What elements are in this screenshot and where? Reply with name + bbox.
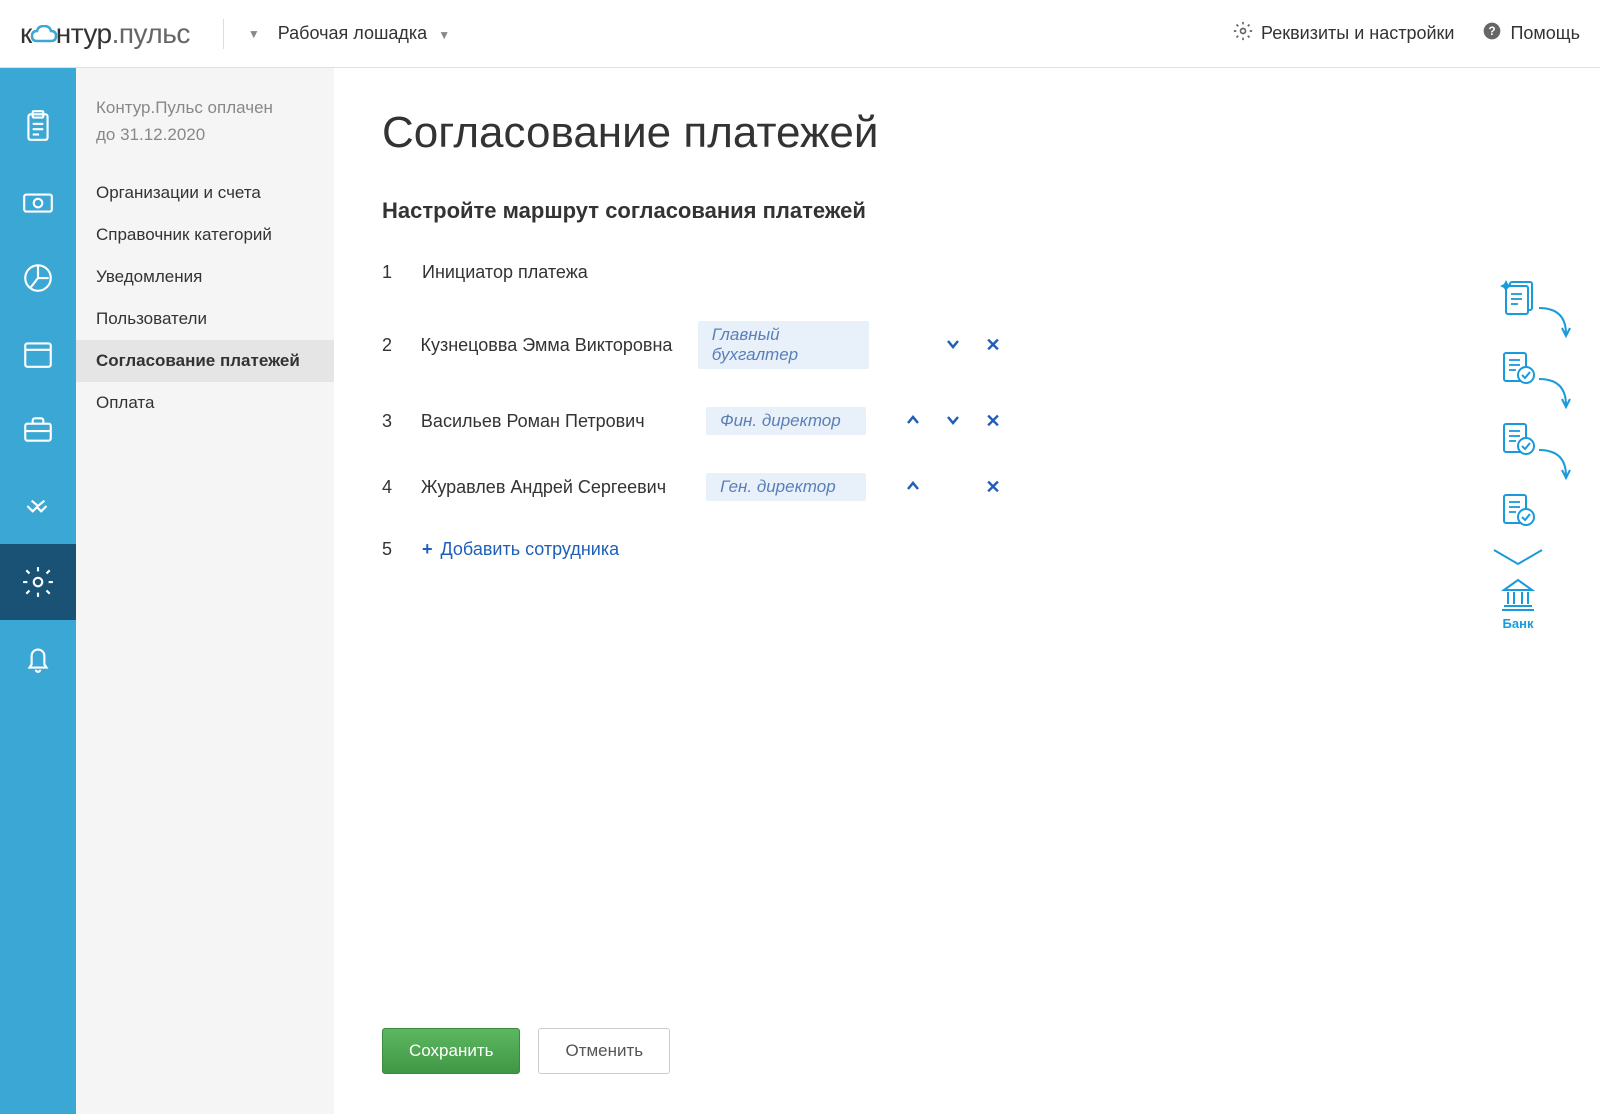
- settings-sidebar: Контур.Пульс оплачен до 31.12.2020 Орган…: [76, 68, 334, 1114]
- flow-step-approve: [1498, 349, 1538, 392]
- flow-arrow-icon: [1534, 448, 1574, 492]
- add-employee-label: Добавить сотрудника: [441, 539, 620, 560]
- bank-icon: [1500, 578, 1536, 612]
- row-number: 5: [382, 539, 398, 560]
- cancel-button[interactable]: Отменить: [538, 1028, 670, 1074]
- save-button[interactable]: Сохранить: [382, 1028, 520, 1074]
- row-number: 3: [382, 411, 397, 432]
- logo-text-pulse: .пульс: [112, 18, 190, 49]
- nav-settings[interactable]: [0, 544, 76, 620]
- remove-button[interactable]: ✕: [984, 335, 1002, 356]
- nav-briefcase[interactable]: [0, 392, 76, 468]
- add-employee-button[interactable]: + Добавить сотрудника: [422, 539, 619, 560]
- approved-document-icon: [1498, 420, 1538, 458]
- nav-reports[interactable]: [0, 240, 76, 316]
- approved-document-icon: [1498, 491, 1538, 529]
- subscription-line2: до 31.12.2020: [96, 121, 314, 148]
- nav-calendar[interactable]: [0, 316, 76, 392]
- approved-document-icon: [1498, 349, 1538, 387]
- settings-link[interactable]: Реквизиты и настройки: [1233, 21, 1454, 46]
- cloud-icon: [30, 25, 58, 45]
- flow-step-new-doc: [1498, 278, 1538, 321]
- sidebar-item-approvals[interactable]: Согласование платежей: [76, 340, 334, 382]
- approval-row: 2 Кузнецовва Эмма Викторовна Главный бух…: [382, 321, 1002, 369]
- main-content: Согласование платежей Настройте маршрут …: [334, 68, 1600, 1114]
- move-up-button[interactable]: [904, 412, 922, 430]
- move-down-button[interactable]: [944, 412, 962, 430]
- app-switcher-chevron-icon[interactable]: ▼: [248, 27, 260, 41]
- svg-text:?: ?: [1489, 25, 1496, 38]
- approval-row-initiator: 1 Инициатор платежа: [382, 262, 1002, 283]
- chevron-down-icon: ▼: [438, 28, 450, 42]
- subscription-line1: Контур.Пульс оплачен: [96, 94, 314, 121]
- row-role-badge: Главный бухгалтер: [698, 321, 870, 369]
- settings-link-label: Реквизиты и настройки: [1261, 23, 1454, 44]
- move-down-button[interactable]: [944, 336, 962, 354]
- row-number: 2: [382, 335, 396, 356]
- row-number: 4: [382, 477, 397, 498]
- flow-down-arrow-icon: [1488, 546, 1548, 570]
- bank-label: Банк: [1503, 616, 1534, 631]
- header-right: Реквизиты и настройки ? Помощь: [1233, 21, 1580, 46]
- row-name: Журавлев Андрей Сергеевич: [421, 477, 682, 498]
- flow-arrow-icon: [1534, 306, 1574, 350]
- nav-money[interactable]: [0, 164, 76, 240]
- row-controls: ✕: [890, 411, 1002, 432]
- subscription-info: Контур.Пульс оплачен до 31.12.2020: [76, 94, 334, 172]
- flow-diagram: Банк: [1488, 278, 1548, 631]
- approval-row: 3 Васильев Роман Петрович Фин. директор …: [382, 407, 1002, 435]
- row-number: 1: [382, 262, 398, 283]
- section-title: Настройте маршрут согласования платежей: [382, 198, 1552, 224]
- footer-buttons: Сохранить Отменить: [382, 1028, 670, 1074]
- row-controls: ▼ ✕: [890, 477, 1002, 498]
- sidebar-item-payment[interactable]: Оплата: [76, 382, 334, 424]
- sidebar-item-organizations[interactable]: Организации и счета: [76, 172, 334, 214]
- help-icon: ?: [1482, 21, 1502, 46]
- app-header: кнтур.пульс ▼ Рабочая лошадка ▼ Реквизит…: [0, 0, 1600, 68]
- sparkle-document-icon: [1498, 278, 1538, 316]
- approval-row-add: 5 + Добавить сотрудника: [382, 539, 1002, 560]
- flow-arrow-icon: [1534, 377, 1574, 421]
- row-name: Инициатор платежа: [422, 262, 702, 283]
- logo-text-ntur: нтур: [56, 18, 112, 49]
- logo[interactable]: кнтур.пульс: [20, 18, 190, 50]
- sidebar-item-categories[interactable]: Справочник категорий: [76, 214, 334, 256]
- flow-step-approve: [1498, 420, 1538, 463]
- row-name: Васильев Роман Петрович: [421, 411, 682, 432]
- page-title: Согласование платежей: [382, 108, 1552, 158]
- remove-button[interactable]: ✕: [984, 411, 1002, 432]
- move-up-button[interactable]: [904, 478, 922, 496]
- sidebar-item-notifications[interactable]: Уведомления: [76, 256, 334, 298]
- row-role-badge: Фин. директор: [706, 407, 866, 435]
- nav-documents[interactable]: [0, 88, 76, 164]
- divider: [223, 19, 224, 49]
- workspace-selector[interactable]: Рабочая лошадка ▼: [278, 23, 450, 44]
- main-layout: Контур.Пульс оплачен до 31.12.2020 Орган…: [0, 68, 1600, 1114]
- row-controls: ✕: [893, 335, 1002, 356]
- nav-partners[interactable]: [0, 468, 76, 544]
- gear-icon: [1233, 21, 1253, 46]
- icon-sidebar: [0, 68, 76, 1114]
- remove-button[interactable]: ✕: [984, 477, 1002, 498]
- flow-step-approve: [1498, 491, 1538, 534]
- help-link-label: Помощь: [1510, 23, 1580, 44]
- sidebar-item-users[interactable]: Пользователи: [76, 298, 334, 340]
- nav-notifications[interactable]: [0, 620, 76, 696]
- plus-icon: +: [422, 539, 433, 560]
- approval-row: 4 Журавлев Андрей Сергеевич Ген. директо…: [382, 473, 1002, 501]
- row-role-badge: Ген. директор: [706, 473, 866, 501]
- workspace-label: Рабочая лошадка: [278, 23, 427, 43]
- help-link[interactable]: ? Помощь: [1482, 21, 1580, 46]
- row-name: Кузнецовва Эмма Викторовна: [420, 335, 673, 356]
